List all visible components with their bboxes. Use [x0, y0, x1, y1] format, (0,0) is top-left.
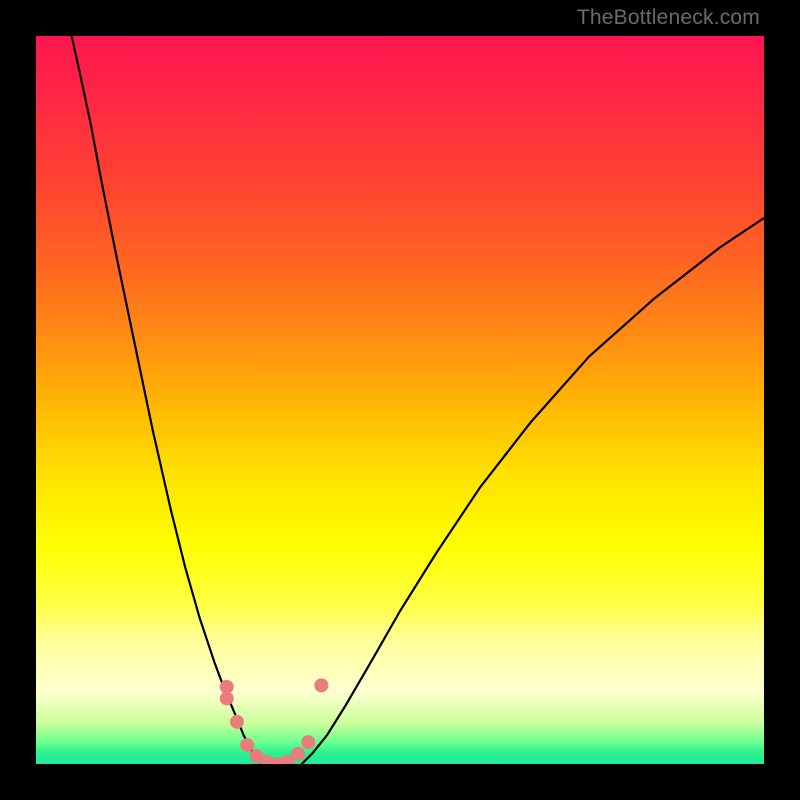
data-marker	[230, 715, 244, 729]
watermark-text: TheBottleneck.com	[577, 6, 760, 30]
data-marker	[301, 735, 315, 749]
data-marker	[220, 691, 234, 705]
chart-frame: TheBottleneck.com	[0, 0, 800, 800]
data-marker	[314, 678, 328, 692]
data-marker	[240, 738, 254, 752]
gradient-bg	[36, 36, 764, 764]
data-marker	[291, 747, 305, 761]
plot-area	[36, 36, 764, 764]
plot-svg	[36, 36, 764, 764]
